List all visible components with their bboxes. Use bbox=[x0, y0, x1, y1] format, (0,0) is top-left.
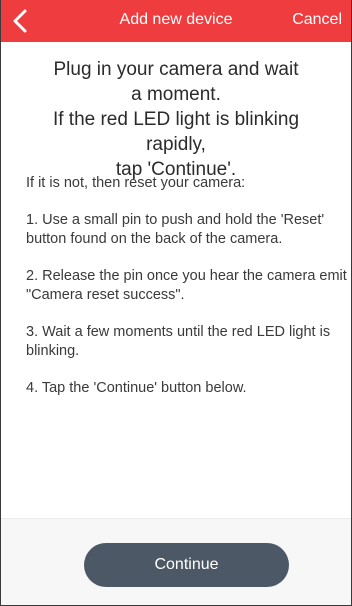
footer-bar: Continue bbox=[1, 518, 351, 605]
reset-instructions: If it is not, then reset your camera: 1.… bbox=[26, 174, 348, 416]
continue-button[interactable]: Continue bbox=[84, 543, 289, 587]
app-screen: Add new device Cancel Plug in your camer… bbox=[0, 0, 352, 606]
intro-line: a moment. bbox=[131, 84, 221, 105]
instruction-step: 4. Tap the 'Continue' button below. bbox=[26, 380, 247, 396]
back-button[interactable] bbox=[9, 5, 39, 37]
chevron-left-icon bbox=[13, 9, 27, 33]
intro-heading: Plug in your camera and wait a moment. I… bbox=[21, 57, 331, 182]
cancel-button[interactable]: Cancel bbox=[292, 11, 342, 29]
instruction-step: 1. Use a small pin to push and hold the … bbox=[26, 212, 325, 247]
intro-line: Plug in your camera and wait bbox=[53, 59, 299, 80]
instruction-step: 2. Release the pin once you hear the cam… bbox=[26, 268, 347, 303]
intro-line: If the red LED light is blinking rapidly… bbox=[52, 109, 300, 155]
instructions-lead: If it is not, then reset your camera: bbox=[26, 175, 246, 191]
nav-header: Add new device Cancel bbox=[1, 0, 351, 42]
instruction-step: 3. Wait a few moments until the red LED … bbox=[26, 324, 331, 359]
